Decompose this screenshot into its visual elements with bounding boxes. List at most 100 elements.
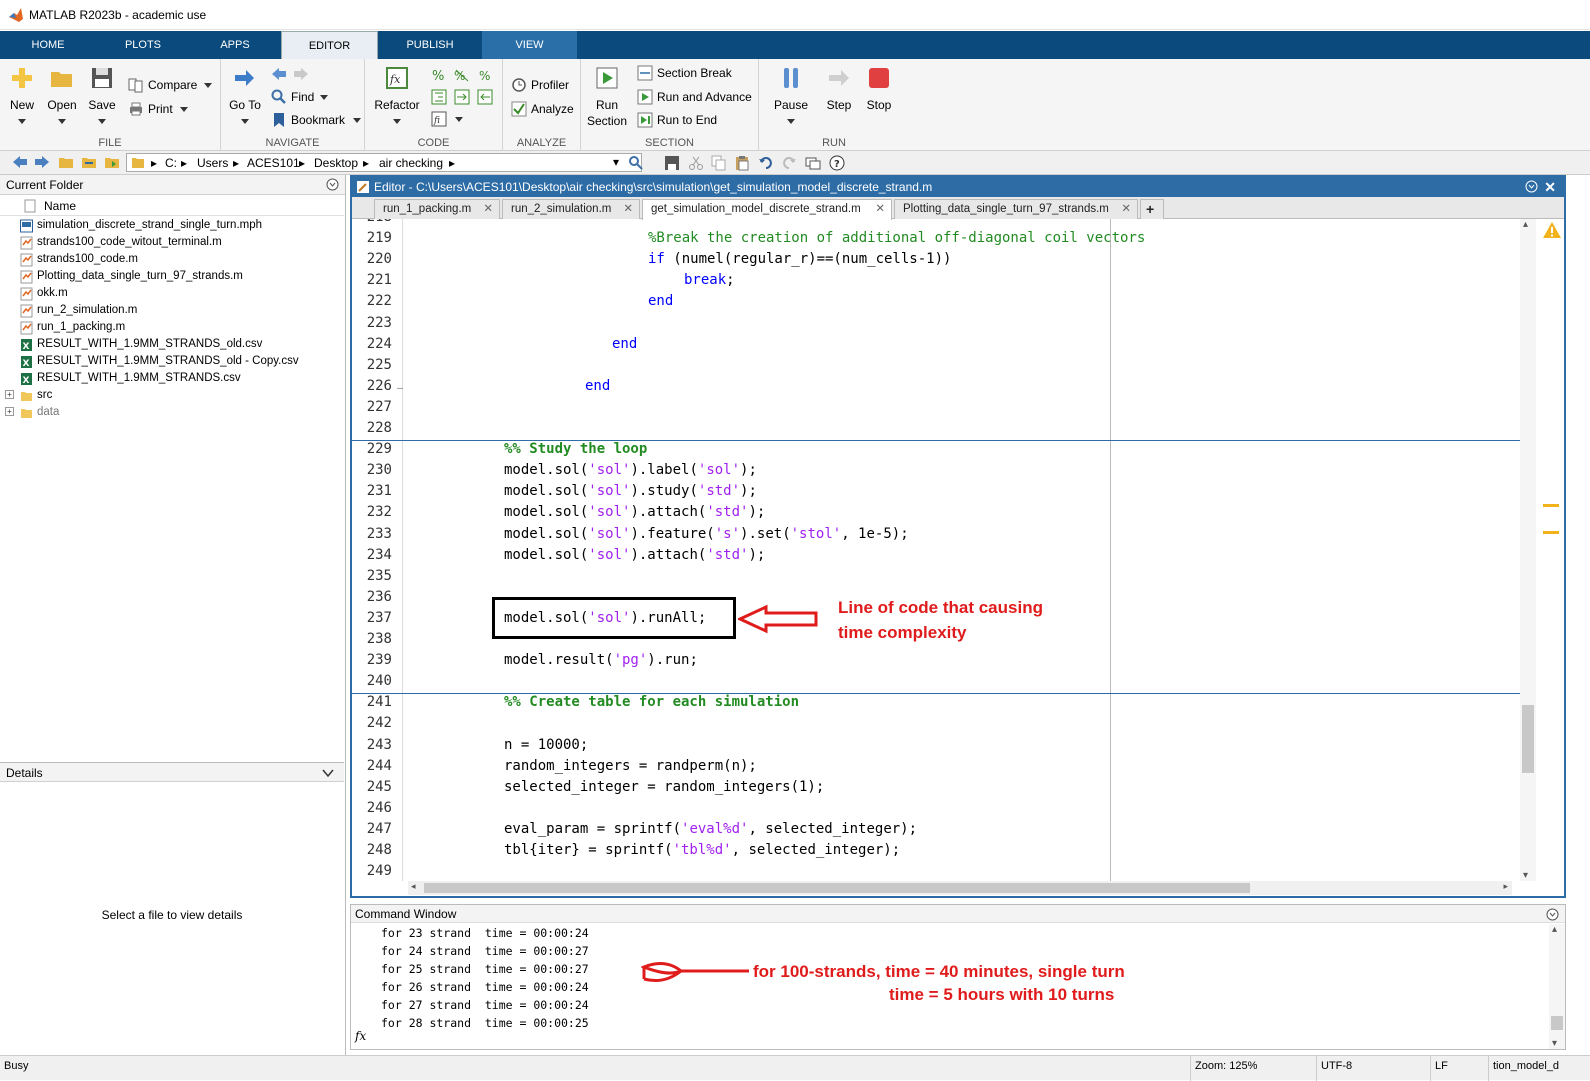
editor-tab-get-simulation-model[interactable]: get_simulation_model_discrete_strand.m ✕ xyxy=(642,199,892,220)
code-line[interactable]: model.sol('sol').label('sol'); xyxy=(504,462,757,478)
line-number[interactable]: 240 xyxy=(352,673,392,689)
goto-button[interactable]: Go To xyxy=(225,65,265,112)
line-number[interactable]: 235 xyxy=(352,568,392,584)
open-dropdown-icon[interactable] xyxy=(58,119,66,124)
line-number[interactable]: 233 xyxy=(352,526,392,542)
line-number[interactable]: 248 xyxy=(352,842,392,858)
stop-button[interactable]: Stop xyxy=(861,65,897,112)
copy-icon[interactable] xyxy=(711,155,727,171)
details-collapse-icon[interactable] xyxy=(322,768,334,778)
code-line[interactable]: random_integers = randperm(n); xyxy=(504,758,757,774)
tab-close-icon[interactable]: ✕ xyxy=(483,200,493,218)
goto-dropdown-icon[interactable] xyxy=(241,119,249,124)
folder-item[interactable]: + data xyxy=(5,404,59,421)
file-item[interactable]: strands100_code_witout_terminal.m xyxy=(20,234,222,251)
cut-icon[interactable] xyxy=(688,155,704,171)
line-number[interactable]: 246 xyxy=(352,800,392,816)
code-line[interactable]: tbl{iter} = sprintf('tbl%d', selected_in… xyxy=(504,842,900,858)
line-number[interactable]: 243 xyxy=(352,737,392,753)
find-button[interactable]: Find xyxy=(271,89,314,105)
code-line[interactable]: n = 10000; xyxy=(504,737,588,753)
panel-actions-icon[interactable] xyxy=(326,178,339,191)
run-to-end-button[interactable]: Run to End xyxy=(637,112,717,128)
tab-view[interactable]: VIEW xyxy=(482,31,577,59)
line-number[interactable]: 227 xyxy=(352,399,392,415)
new-tab-plus-icon[interactable]: + xyxy=(1140,199,1164,219)
line-number[interactable]: 239 xyxy=(352,652,392,668)
compare-dropdown-icon[interactable] xyxy=(204,83,212,88)
line-number[interactable]: 221 xyxy=(352,272,392,288)
bookmark-dropdown-icon[interactable] xyxy=(353,118,361,123)
switch-windows-icon[interactable] xyxy=(805,155,821,171)
command-scrollbar[interactable]: ▴ ▾ xyxy=(1549,924,1565,1049)
scroll-right-icon[interactable]: ▸ xyxy=(1503,881,1508,892)
breadcrumb-c[interactable]: C: xyxy=(165,156,177,170)
run-section-button[interactable]: Run Section xyxy=(583,65,631,128)
analyze-button[interactable]: Analyze xyxy=(511,101,574,117)
code-line[interactable]: break; xyxy=(684,272,735,288)
editor-tab-plotting-data[interactable]: Plotting_data_single_turn_97_strands.m ✕ xyxy=(894,199,1138,219)
line-number[interactable]: 242 xyxy=(352,715,392,731)
folder-sync-icon[interactable] xyxy=(104,155,120,169)
file-item[interactable]: run_2_simulation.m xyxy=(20,302,137,319)
help-icon[interactable]: ? xyxy=(829,155,845,171)
path-dropdown-icon[interactable]: ▾ xyxy=(613,155,619,169)
browse-folder-icon[interactable] xyxy=(81,155,97,169)
undo-icon[interactable] xyxy=(758,155,774,171)
path-box[interactable]: ▸ C: ▸ Users ▸ ACES101 ▸ Desktop ▸ air c… xyxy=(126,153,642,172)
code-line[interactable]: %% Create table for each simulation xyxy=(504,694,799,710)
file-item[interactable]: X RESULT_WITH_1.9MM_STRANDS.csv xyxy=(20,370,241,387)
line-number[interactable]: 223 xyxy=(352,315,392,331)
file-item[interactable]: X RESULT_WITH_1.9MM_STRANDS_old.csv xyxy=(20,336,262,353)
compare-button[interactable]: Compare xyxy=(128,77,197,93)
code-line[interactable]: eval_param = sprintf('eval%d', selected_… xyxy=(504,821,917,837)
folder-item[interactable]: + src xyxy=(5,387,52,404)
scroll-left-icon[interactable]: ◂ xyxy=(411,881,416,892)
vertical-scrollbar[interactable]: ▴ ▾ xyxy=(1520,219,1536,881)
fx-prompt-icon[interactable]: fx xyxy=(355,1029,366,1043)
line-number[interactable]: 249 xyxy=(352,863,392,879)
line-number[interactable]: 245 xyxy=(352,779,392,795)
pause-button[interactable]: Pause xyxy=(769,65,813,112)
line-number[interactable]: 225 xyxy=(352,357,392,373)
new-button[interactable]: New xyxy=(4,65,40,112)
bookmark-button[interactable]: Bookmark xyxy=(271,112,345,128)
command-window-actions-icon[interactable] xyxy=(1546,908,1559,921)
back-arrow-icon[interactable] xyxy=(271,67,287,81)
line-number[interactable]: 222 xyxy=(352,293,392,309)
line-number[interactable]: 236 xyxy=(352,589,392,605)
code-line[interactable]: selected_integer = random_integers(1); xyxy=(504,779,824,795)
code-line[interactable]: %% Study the loop xyxy=(504,441,647,457)
tab-publish[interactable]: PUBLISH xyxy=(378,31,482,59)
line-number[interactable]: 232 xyxy=(352,504,392,520)
line-number[interactable]: 241 xyxy=(352,694,392,710)
forward-arrow-icon[interactable] xyxy=(293,67,309,81)
search-folder-icon[interactable] xyxy=(628,155,644,171)
breadcrumb-desktop[interactable]: Desktop xyxy=(314,156,358,170)
file-item[interactable]: run_1_packing.m xyxy=(20,319,125,336)
cmd-scroll-thumb[interactable] xyxy=(1551,1016,1563,1030)
print-button[interactable]: Print xyxy=(128,101,173,117)
redo-icon[interactable] xyxy=(781,155,797,171)
file-item[interactable]: Plotting_data_single_turn_97_strands.m xyxy=(20,268,243,285)
line-number[interactable]: 218 xyxy=(352,219,392,225)
editor-tab-run-2-simulation[interactable]: run_2_simulation.m ✕ xyxy=(502,199,640,219)
print-dropdown-icon[interactable] xyxy=(180,107,188,112)
line-number[interactable]: 229 xyxy=(352,441,392,457)
folder-up-icon[interactable] xyxy=(58,155,74,169)
line-number[interactable]: 247 xyxy=(352,821,392,837)
breadcrumb-aces101[interactable]: ACES101 xyxy=(247,156,300,170)
warning-marker[interactable] xyxy=(1543,531,1559,534)
expand-plus-icon[interactable]: + xyxy=(5,390,14,399)
line-number[interactable]: 220 xyxy=(352,251,392,267)
line-number[interactable]: 226 xyxy=(352,378,392,394)
tab-close-icon[interactable]: ✕ xyxy=(623,200,633,218)
scroll-down-icon[interactable]: ▾ xyxy=(1523,870,1528,881)
nav-back-icon[interactable] xyxy=(12,155,28,169)
warning-triangle-icon[interactable] xyxy=(1542,221,1562,239)
file-item[interactable]: strands100_code.m xyxy=(20,251,138,268)
tab-home[interactable]: HOME xyxy=(0,31,96,59)
tab-close-icon[interactable]: ✕ xyxy=(875,200,885,218)
insert-percent-icon[interactable]: % xyxy=(431,67,447,83)
run-advance-button[interactable]: Run and Advance xyxy=(637,89,752,105)
